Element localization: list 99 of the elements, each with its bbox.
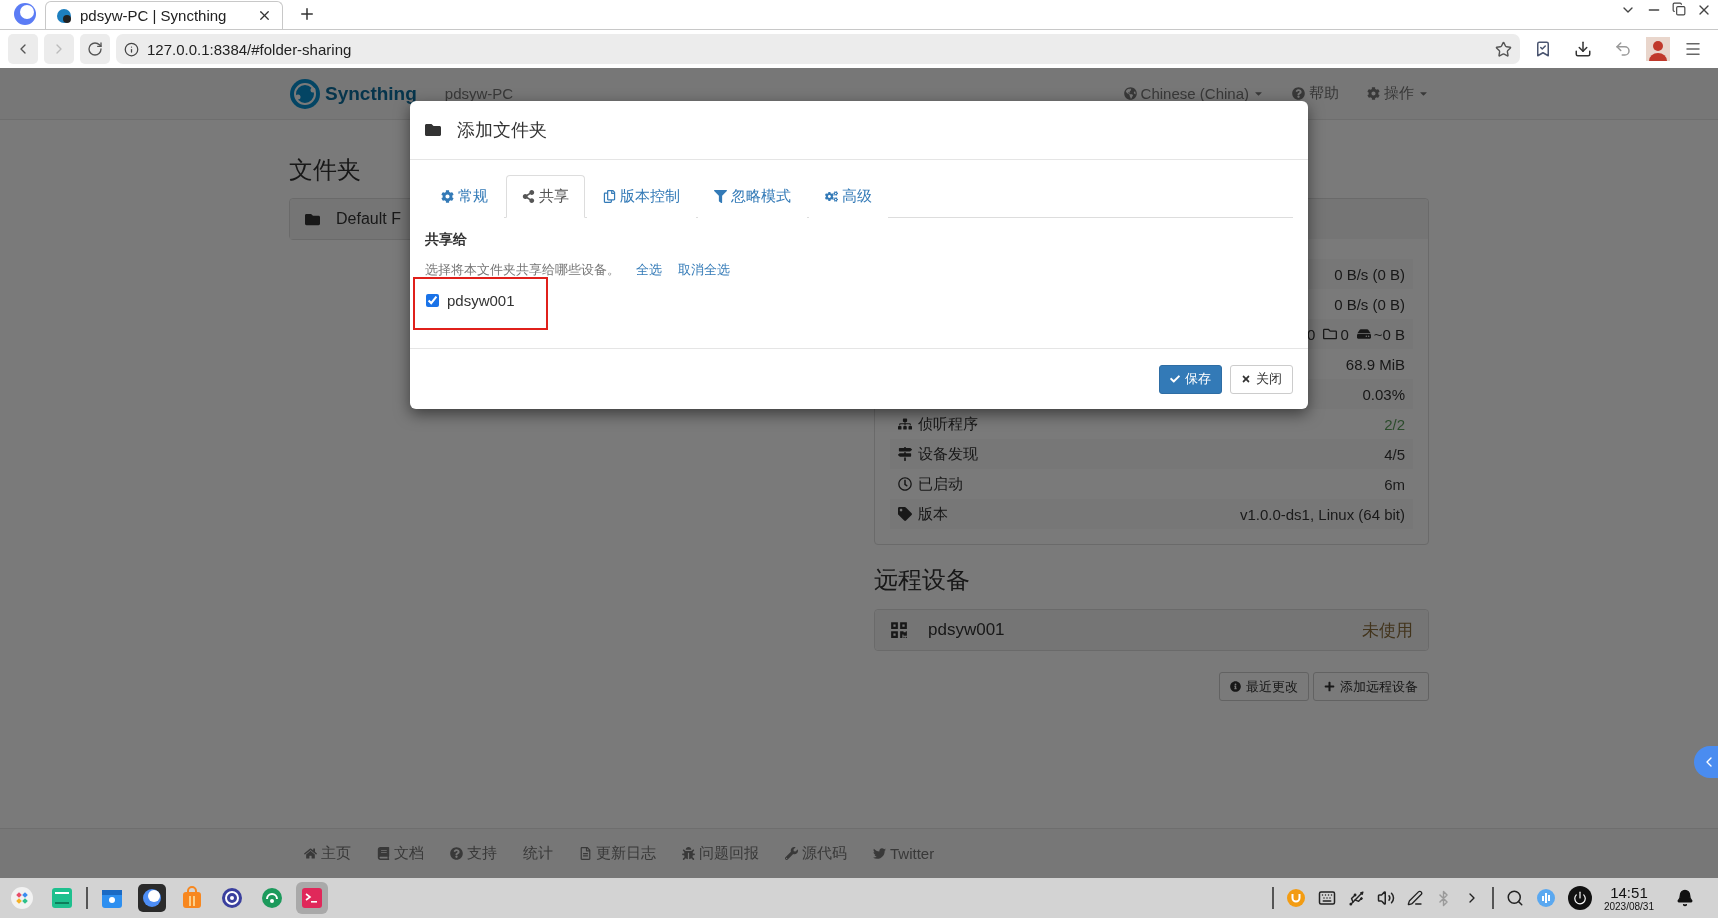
brand-logo[interactable]: Syncthing <box>289 77 417 110</box>
notification-icon[interactable] <box>1676 889 1694 907</box>
keyboard-icon[interactable] <box>1317 889 1336 907</box>
menu-icon[interactable] <box>1684 40 1702 58</box>
footer-link[interactable]: 源代码 <box>785 844 847 863</box>
reload-button[interactable] <box>80 34 110 64</box>
device-name: pdsyw-PC <box>444 85 514 102</box>
usb-icon[interactable] <box>1347 889 1365 907</box>
browser-logo-icon[interactable] <box>13 2 37 26</box>
close-icon <box>1241 374 1251 384</box>
stat-value: 0 <box>1340 325 1349 343</box>
clock-date[interactable]: 2023/08/31 <box>1603 901 1654 912</box>
select-link[interactable]: 全选 <box>636 261 662 279</box>
clock-time[interactable]: 14:51 <box>1610 884 1648 900</box>
footer-link[interactable]: Twitter <box>873 844 935 863</box>
browser-tab[interactable]: pdsyw-PC | Syncthing <box>45 1 283 29</box>
stat-value: 4/5 <box>1384 445 1405 463</box>
stat-value: 0 B/s (0 B) <box>1334 265 1405 283</box>
share-icon <box>522 190 535 203</box>
actions-menu[interactable]: 操作 <box>1367 84 1429 103</box>
help-text: 选择将本文件夹共享给哪些设备。 <box>425 261 620 279</box>
bird-icon <box>873 847 886 860</box>
stat-value: 0 B/s (0 B) <box>1334 295 1405 313</box>
stat-label: 已启动 <box>918 474 963 494</box>
bug-icon <box>682 847 695 860</box>
plus-icon <box>298 5 316 23</box>
volume-icon[interactable] <box>1376 889 1395 907</box>
check-icon <box>1170 374 1180 384</box>
device-action-button[interactable]: 添加远程设备 <box>1313 672 1429 701</box>
footer-link[interactable]: 主页 <box>304 844 351 863</box>
restore-icon[interactable] <box>1672 2 1686 16</box>
stat-value: 6m <box>1384 475 1405 493</box>
folder-icon <box>305 211 320 227</box>
section-heading: 文件夹 <box>289 156 361 183</box>
address-field[interactable]: 127.0.0.1:8384/#folder-sharing <box>116 34 1520 64</box>
device-label: pdsyw001 <box>447 291 515 309</box>
footer-link[interactable]: 更新日志 <box>579 844 656 863</box>
stat-value: 0 <box>1307 325 1316 343</box>
power-button[interactable] <box>1567 886 1592 910</box>
undo-icon[interactable] <box>1614 40 1632 58</box>
help-icon <box>1292 87 1305 100</box>
stat-value: ~0 B <box>1373 325 1405 343</box>
footer-link[interactable]: 支持 <box>450 844 497 863</box>
bookmark-star-icon[interactable] <box>1495 40 1512 58</box>
select-link[interactable]: 取消全选 <box>678 261 730 279</box>
save-button[interactable]: 保存 <box>1159 364 1222 394</box>
stat-value: 2/2 <box>1384 415 1405 433</box>
filter-icon <box>714 190 727 203</box>
dialog-title: 添加文件夹 <box>457 119 547 142</box>
copy-icon <box>603 190 616 203</box>
gears-icon <box>825 190 838 203</box>
browser-icon[interactable] <box>136 882 168 914</box>
section-heading: 共享给 <box>425 231 468 249</box>
device-action-button[interactable]: 最近更改 <box>1219 672 1309 701</box>
book-icon <box>377 847 390 860</box>
signpost-icon <box>898 447 912 461</box>
network-icon <box>898 417 912 431</box>
tag-icon <box>898 507 912 521</box>
avatar-icon[interactable] <box>1646 37 1670 61</box>
folder-icon <box>425 122 441 138</box>
clock-icon <box>898 477 912 491</box>
footer-link[interactable]: 统计 <box>523 844 553 863</box>
footer-link[interactable]: 文档 <box>377 844 424 863</box>
qr-code-icon <box>890 621 908 639</box>
terminal-icon[interactable] <box>296 882 328 914</box>
gear-icon <box>1367 87 1380 100</box>
wrench-icon <box>785 847 798 860</box>
stat-value: v1.0.0-ds1, Linux (64 bit) <box>1239 505 1405 523</box>
folder-icon <box>1323 327 1338 341</box>
remote-device-panel[interactable]: pdsyw001 未使用 <box>875 610 1428 650</box>
power-icon <box>1572 891 1587 905</box>
stat-label: 设备发现 <box>918 444 978 464</box>
section-heading: 远程设备 <box>874 566 970 593</box>
download-icon[interactable] <box>1574 40 1592 58</box>
info-icon[interactable] <box>124 41 139 57</box>
drive-icon <box>1356 327 1371 341</box>
help-icon <box>450 847 463 860</box>
stat-label: 侦听程序 <box>918 414 978 434</box>
language-menu[interactable]: Chinese (China) <box>1123 84 1264 103</box>
footer-link[interactable]: 问题回报 <box>682 844 759 863</box>
reload-icon <box>87 41 103 57</box>
document-icon <box>579 847 592 860</box>
stat-value: 0.03% <box>1362 385 1405 403</box>
device-checkbox[interactable] <box>426 293 439 307</box>
plus-icon <box>1324 681 1335 692</box>
close-icon[interactable] <box>257 8 272 23</box>
side-panel-handle[interactable] <box>1694 746 1718 778</box>
help-link[interactable]: 帮助 <box>1292 84 1339 103</box>
info-icon <box>1230 681 1241 692</box>
tab[interactable]: 共享 <box>506 175 585 218</box>
search-icon[interactable] <box>1505 889 1524 907</box>
stat-value: 68.9 MiB <box>1345 355 1405 373</box>
gear-icon <box>441 190 454 203</box>
bookmarks-icon[interactable] <box>1534 40 1552 58</box>
pen-icon[interactable] <box>1406 890 1423 906</box>
stat-label: 版本 <box>918 504 948 524</box>
home-icon <box>304 847 317 860</box>
close-button[interactable]: 关闭 <box>1230 364 1293 394</box>
input-method-icon[interactable] <box>1285 888 1306 908</box>
